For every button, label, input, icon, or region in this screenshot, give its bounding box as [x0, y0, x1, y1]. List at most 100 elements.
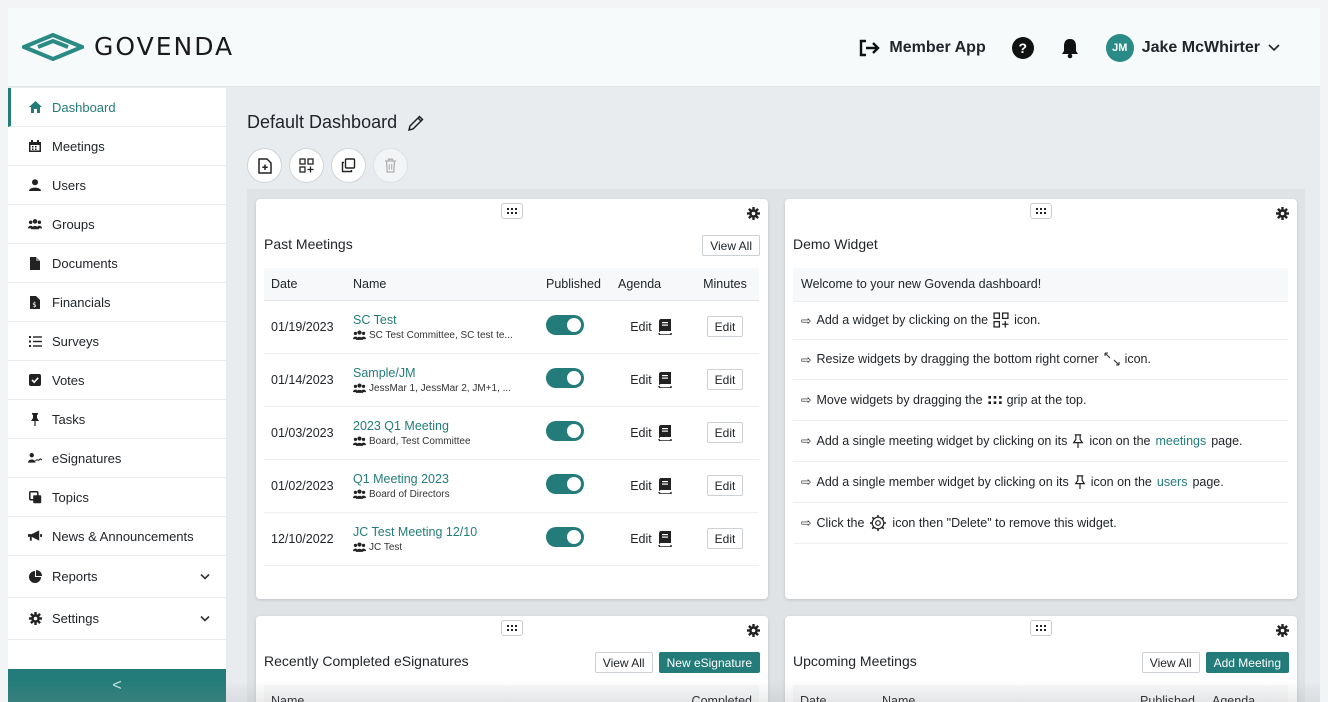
column-header-agenda[interactable]: Agenda [611, 268, 691, 301]
sidebar-item-topics[interactable]: Topics [8, 478, 226, 517]
instruction-text: Move widgets by dragging the [816, 392, 983, 407]
meeting-name-link[interactable]: 2023 Q1 Meeting [353, 419, 532, 433]
column-header-date[interactable]: Date [793, 694, 875, 702]
published-toggle[interactable] [546, 474, 584, 494]
arrow-glyph: ⇨ [801, 434, 812, 448]
users-page-link[interactable]: users [1157, 475, 1188, 489]
add-widget-icon [299, 158, 314, 173]
app-window: GOVENDA Member App ? JM Jake McWhirter D… [8, 8, 1320, 702]
sidebar-item-meetings[interactable]: Meetings [8, 127, 226, 166]
minutes-edit-button[interactable]: Edit [706, 475, 744, 496]
minutes-edit-button[interactable]: Edit [706, 422, 744, 443]
pie-chart-icon [28, 570, 42, 583]
minutes-edit-button[interactable]: Edit [706, 316, 744, 337]
sidebar-item-tasks[interactable]: Tasks [8, 400, 226, 439]
pencil-edit-icon[interactable] [407, 114, 425, 132]
widget-settings-gear-icon[interactable] [747, 624, 760, 637]
add-widget-button[interactable] [289, 148, 324, 183]
book-icon[interactable] [658, 530, 672, 547]
published-toggle[interactable] [546, 315, 584, 335]
agenda-edit-link[interactable]: Edit [630, 426, 652, 440]
column-header-completed[interactable]: Completed [692, 694, 752, 702]
column-header-name[interactable]: Name [875, 694, 1133, 702]
published-toggle[interactable] [546, 527, 584, 547]
column-header-date[interactable]: Date [264, 268, 346, 301]
column-header-name[interactable]: Name [346, 268, 539, 301]
arrow-glyph: ⇨ [801, 352, 812, 367]
delete-dashboard-button[interactable] [373, 148, 408, 183]
dashboard-title: Default Dashboard [247, 112, 398, 132]
agenda-edit-link[interactable]: Edit [630, 320, 652, 334]
sidebar-item-settings[interactable]: Settings [8, 598, 226, 640]
sidebar-item-label: Dashboard [52, 99, 116, 115]
widget-settings-gear-icon[interactable] [747, 207, 760, 220]
book-icon[interactable] [658, 424, 672, 441]
member-app-link[interactable]: Member App [859, 38, 986, 57]
meetings-page-link[interactable]: meetings [1156, 434, 1207, 448]
govenda-logo-mark-icon [22, 32, 84, 61]
meeting-name-link[interactable]: JC Test Meeting 12/10 [353, 525, 532, 539]
user-name: Jake McWhirter [1141, 38, 1260, 56]
minutes-edit-button[interactable]: Edit [706, 528, 744, 549]
sidebar-item-users[interactable]: Users [8, 166, 226, 205]
add-meeting-button[interactable]: Add Meeting [1205, 652, 1289, 673]
table-row: 01/03/2023 2023 Q1 Meeting Board, Test Com… [264, 406, 759, 460]
minutes-edit-button[interactable]: Edit [706, 369, 744, 390]
sidebar-item-esignatures[interactable]: eSignatures [8, 439, 226, 478]
sidebar-item-reports[interactable]: Reports [8, 556, 226, 598]
view-all-upcoming-button[interactable]: View All [1141, 652, 1200, 673]
sidebar-item-groups[interactable]: Groups [8, 205, 226, 244]
table-row: 12/10/2022 JC Test Meeting 12/10 JC Test Ed… [264, 512, 759, 566]
groups-text: Board of Directors [369, 488, 450, 500]
user-menu[interactable]: JM Jake McWhirter [1105, 33, 1280, 62]
agenda-edit-link[interactable]: Edit [630, 479, 652, 493]
new-esignature-button[interactable]: New eSignature [658, 652, 760, 673]
drag-grip-icon[interactable] [1030, 203, 1052, 219]
column-header-agenda[interactable]: Agenda [1205, 694, 1255, 702]
drag-grip-icon[interactable] [1030, 620, 1052, 636]
sidebar-item-financials[interactable]: $ Financials [8, 283, 226, 322]
widget-settings-gear-icon[interactable] [1276, 207, 1289, 220]
widget-title: Upcoming Meetings [793, 653, 917, 669]
sidebar-item-dashboard[interactable]: Dashboard [8, 88, 226, 127]
instruction-meeting-widget: ⇨ Add a single meeting widget by clickin… [801, 433, 1280, 449]
book-icon[interactable] [658, 371, 672, 388]
drag-grip-icon[interactable] [501, 620, 523, 636]
help-icon[interactable]: ? [1011, 36, 1034, 59]
new-dashboard-button[interactable] [247, 148, 282, 183]
instruction-text: icon. [1014, 313, 1041, 327]
drag-grip-icon[interactable] [501, 203, 523, 219]
view-all-esignatures-button[interactable]: View All [594, 652, 653, 673]
published-toggle[interactable] [546, 421, 584, 441]
copy-dashboard-button[interactable] [331, 148, 366, 183]
meeting-name-link[interactable]: Q1 Meeting 2023 [353, 472, 532, 486]
agenda-edit-link[interactable]: Edit [630, 373, 652, 387]
view-all-meetings-button[interactable]: View All [702, 235, 760, 256]
bell-icon[interactable] [1060, 37, 1080, 59]
signature-icon [28, 452, 42, 464]
column-header-name[interactable]: Name [271, 694, 304, 702]
govenda-logo[interactable]: GOVENDA [22, 32, 234, 61]
pin-icon [1074, 474, 1086, 489]
meeting-name-link[interactable]: SC Test [353, 313, 532, 327]
instruction-text: icon on the [1090, 474, 1152, 489]
column-header-published[interactable]: Published [1133, 694, 1205, 702]
agenda-edit-link[interactable]: Edit [630, 532, 652, 546]
published-toggle[interactable] [546, 368, 584, 388]
widget-settings-gear-icon[interactable] [1276, 624, 1289, 637]
member-app-label: Member App [889, 38, 986, 56]
sidebar-collapse-button[interactable]: < [8, 669, 226, 702]
sidebar-item-votes[interactable]: Votes [8, 361, 226, 400]
meeting-date: 01/19/2023 [264, 300, 346, 354]
groups-text: SC Test Committee, SC test te... [369, 329, 513, 341]
book-icon[interactable] [658, 318, 672, 335]
sidebar-item-news[interactable]: News & Announcements [8, 517, 226, 556]
meeting-name-link[interactable]: Sample/JM [353, 366, 532, 380]
book-icon[interactable] [658, 477, 672, 494]
column-header-published[interactable]: Published [539, 268, 611, 301]
meeting-date: 01/02/2023 [264, 459, 346, 513]
sidebar-item-label: Reports [52, 569, 98, 584]
sidebar-item-documents[interactable]: Documents [8, 244, 226, 283]
sidebar-item-surveys[interactable]: Surveys [8, 322, 226, 361]
column-header-minutes[interactable]: Minutes [691, 268, 759, 301]
